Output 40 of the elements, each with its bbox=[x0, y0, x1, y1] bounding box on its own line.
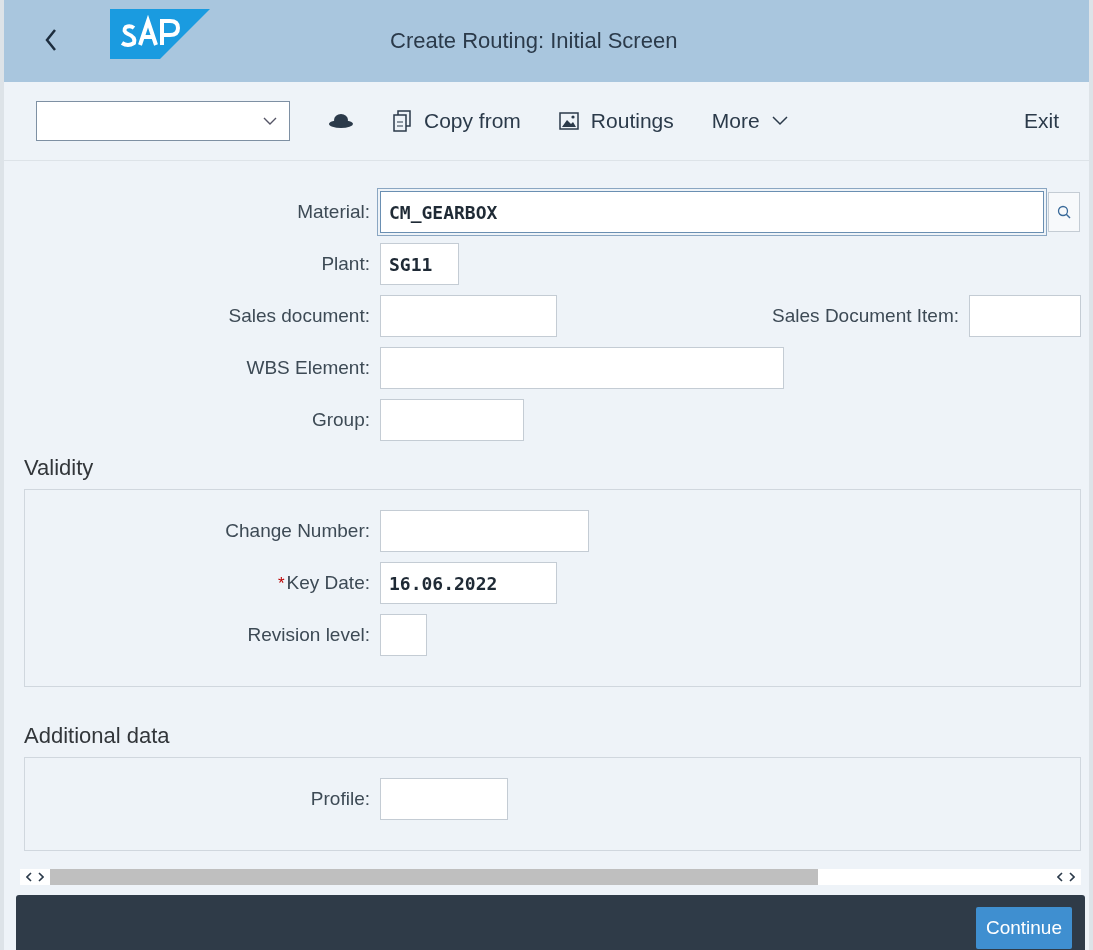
input-field[interactable] bbox=[380, 295, 557, 337]
field-label: Sales Document Item: bbox=[772, 305, 959, 327]
input-field[interactable]: CM_GEARBOX bbox=[380, 191, 1044, 233]
chevron-down-icon bbox=[263, 117, 277, 125]
search-icon[interactable] bbox=[1048, 192, 1080, 232]
exit-button[interactable]: Exit bbox=[1024, 109, 1059, 133]
chevron-down-icon bbox=[771, 116, 788, 126]
section-title: Additional data bbox=[24, 723, 171, 749]
scroll-arrows-icon[interactable] bbox=[1057, 872, 1075, 882]
field-label: Group: bbox=[310, 409, 370, 431]
more-button[interactable]: More bbox=[711, 109, 788, 133]
horizontal-scrollbar[interactable] bbox=[20, 869, 1081, 885]
image-icon bbox=[558, 112, 579, 130]
chevron-left-icon bbox=[44, 27, 58, 52]
field-label: Material: bbox=[296, 201, 370, 223]
section-title: Validity bbox=[24, 455, 95, 481]
input-field[interactable]: SG11 bbox=[380, 243, 459, 285]
input-field[interactable] bbox=[380, 778, 508, 820]
copy-from-button[interactable]: Copy from bbox=[392, 109, 521, 133]
field-label: WBS Element: bbox=[245, 357, 370, 379]
dropdown-field[interactable] bbox=[36, 101, 290, 141]
required-marker: * bbox=[277, 574, 285, 594]
scroll-arrows-icon[interactable] bbox=[26, 872, 44, 882]
field-label: Change Number: bbox=[225, 520, 370, 542]
copy-icon bbox=[392, 110, 412, 132]
input-field[interactable] bbox=[380, 510, 589, 552]
input-field[interactable] bbox=[380, 614, 427, 656]
window-title: Create Routing: Initial Screen bbox=[390, 28, 678, 54]
field-label: Key Date: bbox=[286, 572, 370, 594]
routings-button[interactable]: Routings bbox=[558, 109, 674, 133]
input-field[interactable]: 16.06.2022 bbox=[380, 562, 557, 604]
field-label: Profile: bbox=[310, 788, 370, 810]
field-label: Revision level: bbox=[247, 624, 370, 646]
field-label: Sales document: bbox=[227, 305, 370, 327]
input-field[interactable] bbox=[969, 295, 1081, 337]
input-field[interactable] bbox=[380, 347, 784, 389]
hat-icon[interactable] bbox=[328, 113, 354, 129]
logo-icon bbox=[110, 9, 210, 59]
input-field[interactable] bbox=[380, 399, 524, 441]
field-label: Plant: bbox=[320, 253, 370, 275]
